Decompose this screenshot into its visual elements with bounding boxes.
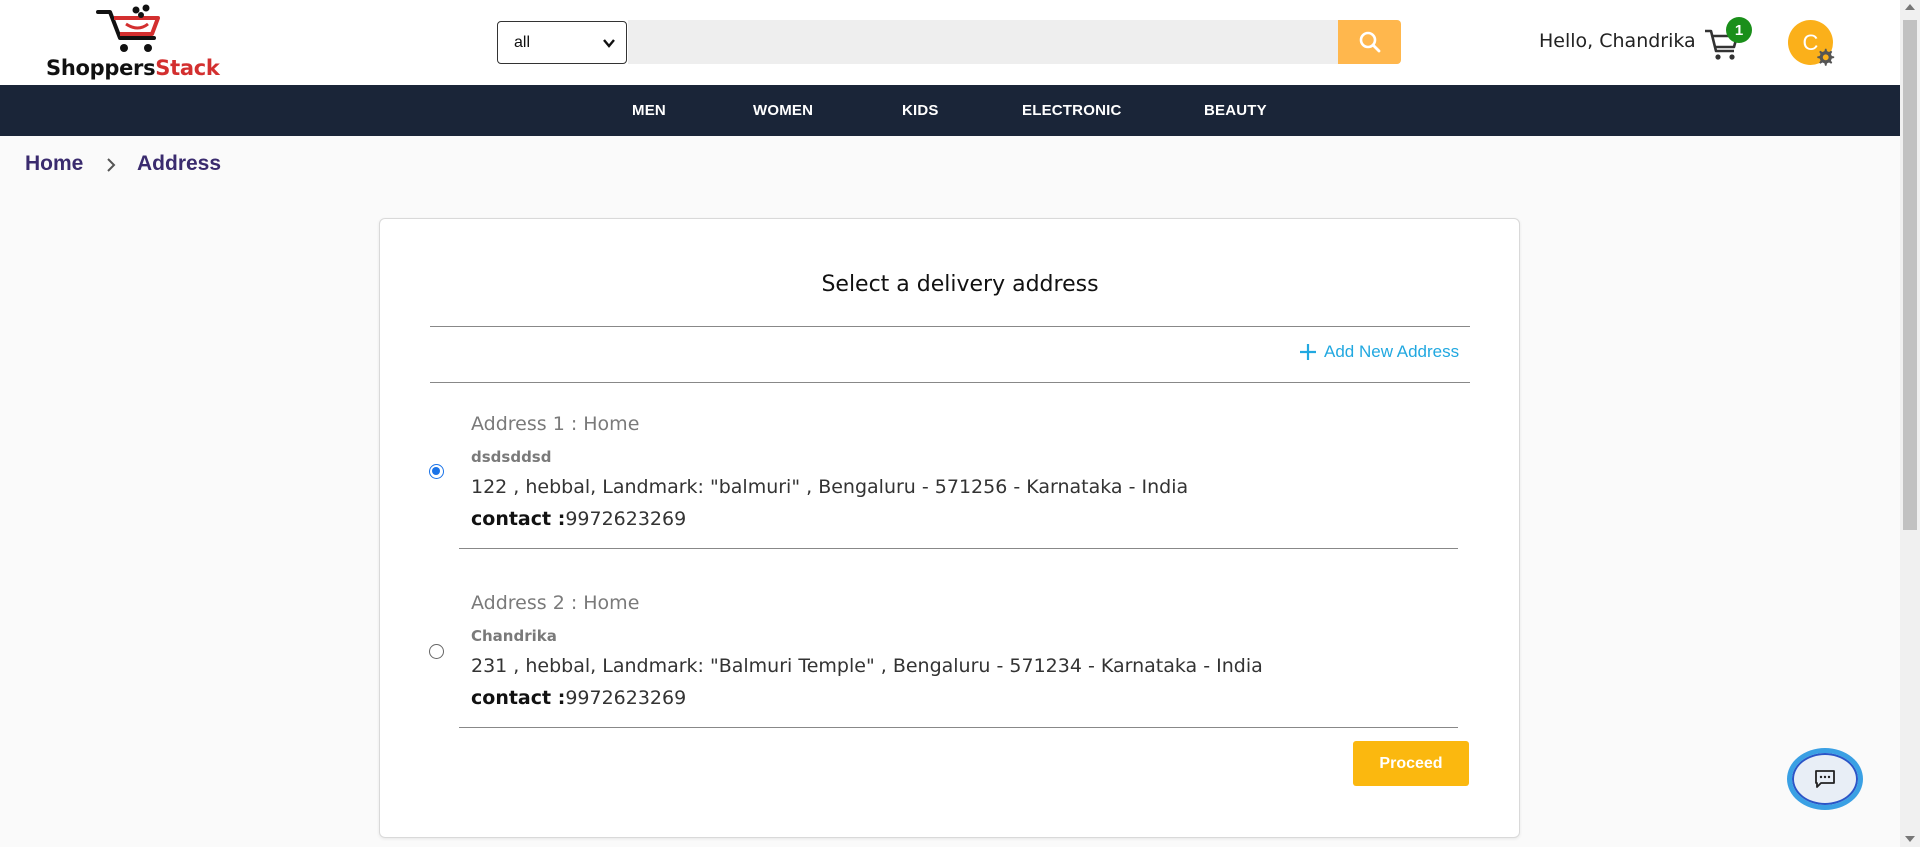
chat-button[interactable] bbox=[1787, 748, 1863, 810]
address-1-radio[interactable] bbox=[429, 464, 444, 479]
scroll-down-arrow[interactable] bbox=[1905, 836, 1915, 842]
proceed-button[interactable]: Proceed bbox=[1353, 741, 1469, 786]
scroll-up-arrow[interactable] bbox=[1905, 4, 1915, 10]
search-input[interactable] bbox=[628, 20, 1340, 64]
search-button[interactable] bbox=[1338, 20, 1401, 64]
divider bbox=[430, 382, 1470, 383]
address-2-radio[interactable] bbox=[429, 644, 444, 659]
breadcrumb-home[interactable]: Home bbox=[25, 152, 83, 176]
user-greeting: Hello, Chandrika bbox=[1539, 30, 1696, 52]
logo-text-part1: Shoppers bbox=[46, 56, 156, 80]
category-select[interactable]: all bbox=[497, 21, 627, 64]
address-2-contact-label: contact : bbox=[471, 687, 566, 709]
divider bbox=[459, 727, 1458, 728]
logo-text-part2: Stack bbox=[155, 56, 220, 80]
address-2-line: 231 , hebbal, Landmark: "Balmuri Temple"… bbox=[471, 655, 1263, 677]
divider bbox=[459, 548, 1458, 549]
nav-item-women[interactable]: WOMEN bbox=[753, 85, 813, 136]
add-new-address-label: Add New Address bbox=[1324, 342, 1460, 361]
chevron-down-icon bbox=[603, 39, 615, 48]
category-select-value: all bbox=[514, 33, 531, 51]
category-nav: MEN WOMEN KIDS ELECTRONIC BEAUTY bbox=[0, 85, 1900, 136]
add-new-address-button[interactable]: Add New Address bbox=[1298, 342, 1459, 362]
logo-text: ShoppersStack bbox=[46, 56, 220, 80]
nav-item-electronic[interactable]: ELECTRONIC bbox=[1022, 85, 1122, 136]
address-1-contact: contact :9972623269 bbox=[471, 508, 686, 530]
chevron-right-icon bbox=[107, 158, 116, 172]
address-1-contact-value: 9972623269 bbox=[565, 508, 687, 530]
address-2-contact: contact :9972623269 bbox=[471, 687, 686, 709]
address-2-name: Chandrika bbox=[471, 627, 557, 645]
address-2-heading: Address 2 : Home bbox=[471, 592, 640, 614]
header: ShoppersStack all Hello, Chandrika 1 C bbox=[0, 0, 1900, 85]
logo[interactable]: ShoppersStack bbox=[44, 4, 234, 80]
address-1-line: 122 , hebbal, Landmark: "balmuri" , Beng… bbox=[471, 476, 1189, 498]
breadcrumb-current: Address bbox=[137, 152, 222, 175]
chat-icon bbox=[1815, 770, 1835, 788]
page-title: Select a delivery address bbox=[821, 272, 1099, 297]
cart-count-badge: 1 bbox=[1726, 17, 1752, 43]
scrollbar-thumb[interactable] bbox=[1903, 20, 1917, 530]
address-1-contact-label: contact : bbox=[471, 508, 566, 530]
plus-icon bbox=[1300, 344, 1316, 360]
gear-icon[interactable] bbox=[1814, 46, 1836, 68]
address-1-name: dsdsddsd bbox=[471, 448, 552, 466]
nav-item-men[interactable]: MEN bbox=[632, 85, 666, 136]
cart-logo-icon bbox=[96, 4, 160, 52]
address-1-heading: Address 1 : Home bbox=[471, 413, 640, 435]
address-2-contact-value: 9972623269 bbox=[565, 687, 687, 709]
nav-item-beauty[interactable]: BEAUTY bbox=[1204, 85, 1267, 136]
search-icon bbox=[1359, 31, 1380, 53]
divider bbox=[430, 326, 1470, 327]
nav-item-kids[interactable]: KIDS bbox=[902, 85, 939, 136]
